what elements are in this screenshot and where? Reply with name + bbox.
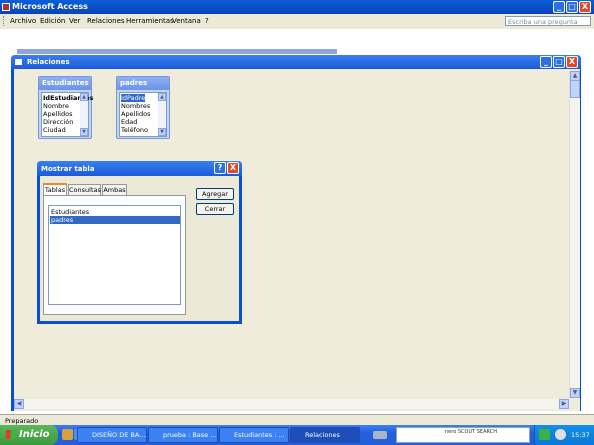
dialog-close-button[interactable]: X: [227, 162, 239, 174]
start-button[interactable]: Inicio: [0, 425, 58, 445]
minimize-button[interactable]: _: [553, 1, 565, 13]
close-button[interactable]: X: [579, 1, 591, 13]
task-relaciones[interactable]: Relaciones: [290, 427, 360, 443]
table-list[interactable]: Estudiantes padres: [48, 205, 181, 305]
relaciones-title-bar[interactable]: Relaciones _ □ X: [11, 55, 581, 69]
field-list-item[interactable]: Dirección: [43, 118, 73, 126]
field-list-item[interactable]: Edad: [121, 118, 137, 126]
table-estudiantes-header[interactable]: Estudiantes: [39, 77, 91, 90]
task-prueba[interactable]: prueba : Base ...: [148, 427, 218, 443]
menu-relaciones[interactable]: Relaciones: [87, 17, 125, 25]
menu-archivo[interactable]: Archivo: [10, 17, 36, 25]
menu-ver[interactable]: Ver: [69, 17, 80, 25]
scroll-thumb[interactable]: [570, 80, 580, 98]
tab-consultas[interactable]: Consultas: [68, 184, 101, 195]
maximize-button[interactable]: □: [566, 1, 578, 13]
vertical-scrollbar[interactable]: ▲ ▼: [569, 71, 580, 398]
clock: 15:37: [571, 431, 590, 439]
chevron-up-icon[interactable]: ▲: [158, 93, 166, 101]
rel-maximize-button[interactable]: □: [553, 56, 565, 68]
menu-bar: Archivo Edición Ver Relaciones Herramien…: [0, 14, 594, 30]
menu-ventana[interactable]: Ventana: [172, 17, 201, 25]
dialog-title-bar[interactable]: Mostrar tabla ? X: [37, 161, 242, 176]
app-title-bar: Microsoft Access _ □ X: [0, 0, 594, 14]
field-list-item[interactable]: Apellidos: [121, 110, 150, 118]
system-tray: 15:37: [534, 425, 594, 445]
keyboard-icon[interactable]: [373, 431, 387, 439]
table-padres[interactable]: padres IdPadre Nombres Apellidos Edad Te…: [116, 76, 170, 139]
chevron-down-icon[interactable]: ▼: [80, 128, 88, 136]
field-list-item[interactable]: Nombre: [43, 102, 69, 110]
table-padres-fields[interactable]: IdPadre Nombres Apellidos Edad Teléfono …: [119, 92, 167, 137]
status-text: Preparado: [5, 417, 39, 425]
field-list-scrollbar[interactable]: ▲ ▼: [158, 93, 166, 136]
menu-help[interactable]: ?: [205, 17, 209, 25]
task-diseno[interactable]: DISEÑO DE BA...: [77, 427, 147, 443]
chevron-down-icon[interactable]: ▼: [158, 128, 166, 136]
field-list-item[interactable]: Ciudad: [43, 126, 66, 134]
horizontal-scrollbar[interactable]: ◀ ▶: [14, 399, 569, 409]
cerrar-button[interactable]: Cerrar: [196, 203, 234, 215]
list-item[interactable]: Estudiantes: [50, 208, 180, 216]
chevron-up-icon[interactable]: ▲: [80, 93, 88, 101]
nero-label: nero SCOUT SEARCH: [445, 429, 497, 435]
ask-question-input[interactable]: Escriba una pregunta: [505, 16, 591, 26]
table-estudiantes[interactable]: Estudiantes IdEstudiantes Nombre Apellid…: [38, 76, 93, 139]
scroll-down-icon[interactable]: ▼: [570, 388, 580, 398]
field-list-item[interactable]: Teléfono: [121, 126, 148, 134]
scroll-right-icon[interactable]: ▶: [559, 399, 569, 409]
tray-icon[interactable]: [555, 429, 566, 440]
list-item[interactable]: padres: [50, 216, 180, 224]
start-label: Inicio: [19, 429, 50, 440]
relaciones-title: Relaciones: [27, 58, 70, 66]
agregar-button[interactable]: Agregar: [196, 188, 234, 200]
background-window-bar[interactable]: [17, 49, 337, 54]
toolbar-grip: [3, 16, 6, 26]
help-button[interactable]: ?: [214, 162, 226, 174]
scroll-left-icon[interactable]: ◀: [14, 399, 24, 409]
menu-edicion[interactable]: Edición: [40, 17, 65, 25]
table-estudiantes-fields[interactable]: IdEstudiantes Nombre Apellidos Dirección…: [41, 92, 93, 137]
app-title: Microsoft Access: [12, 2, 88, 11]
task-estudiantes[interactable]: Estudiantes : ...: [219, 427, 289, 443]
menu-herramientas[interactable]: Herramientas: [126, 17, 174, 25]
tab-ambas[interactable]: Ambas: [102, 184, 127, 195]
windows-logo-icon: [6, 430, 15, 439]
field-list-item[interactable]: Nombres: [121, 102, 150, 110]
field-list-scrollbar[interactable]: ▲ ▼: [80, 93, 88, 136]
quicklaunch-icon[interactable]: [62, 429, 73, 440]
table-padres-header[interactable]: padres: [117, 77, 169, 90]
access-icon: [2, 3, 10, 11]
rel-close-button[interactable]: X: [566, 56, 578, 68]
rel-minimize-button[interactable]: _: [540, 56, 552, 68]
tray-icon[interactable]: [539, 429, 550, 440]
field-list-item[interactable]: IdPadre: [121, 94, 146, 102]
nero-search-box[interactable]: nero SCOUT SEARCH: [396, 427, 530, 443]
dialog-title: Mostrar tabla: [41, 165, 95, 173]
field-list-item[interactable]: Apellidos: [43, 110, 72, 118]
relationships-icon: [15, 59, 22, 65]
